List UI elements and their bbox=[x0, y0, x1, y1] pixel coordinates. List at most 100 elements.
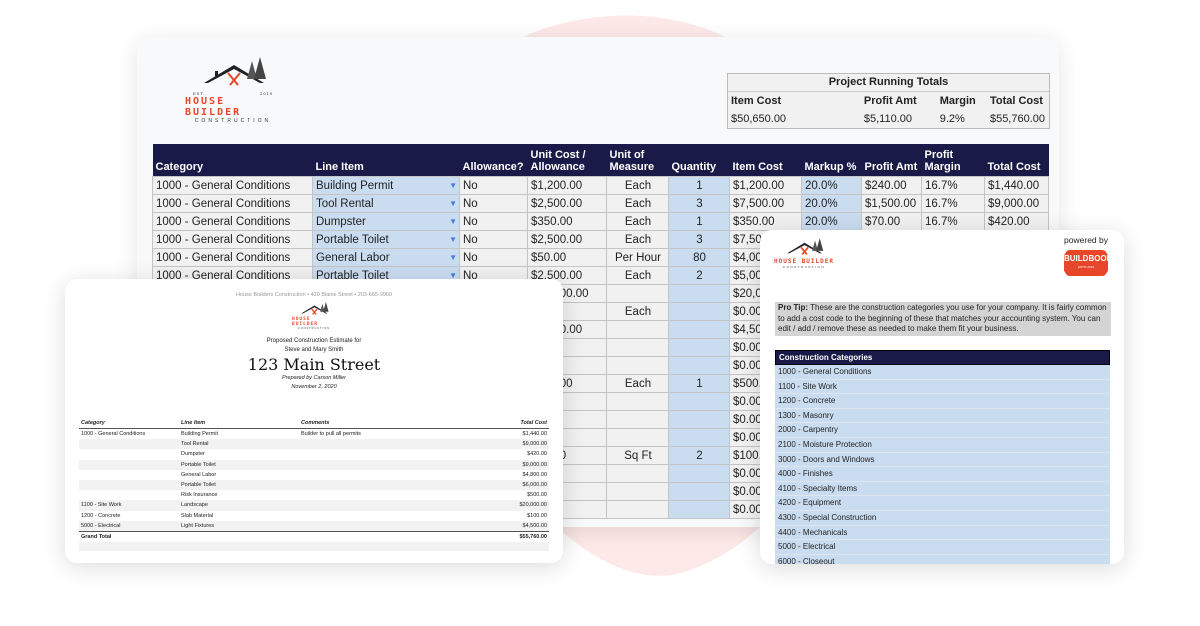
unit-measure-cell[interactable] bbox=[606, 356, 669, 375]
allowance-cell[interactable]: No bbox=[459, 248, 528, 267]
unit-cost-cell[interactable]: $350.00 bbox=[527, 212, 607, 231]
unit-measure-cell[interactable] bbox=[606, 320, 669, 339]
markup-cell[interactable]: 20.0% bbox=[801, 176, 862, 195]
quantity-cell[interactable]: 2 bbox=[668, 266, 730, 285]
quantity-cell[interactable]: 1 bbox=[668, 212, 730, 231]
line-item-cell[interactable]: Building Permit ▼ bbox=[312, 176, 460, 195]
profit-amt-cell[interactable]: $1,500.00 bbox=[861, 194, 922, 213]
line-item-cell[interactable]: General Labor ▼ bbox=[312, 248, 460, 267]
category-item[interactable]: 4400 - Mechanicals bbox=[775, 525, 1110, 541]
profit-margin-cell[interactable]: 16.7% bbox=[921, 194, 985, 213]
quantity-cell[interactable] bbox=[668, 482, 730, 501]
unit-measure-cell[interactable]: Each bbox=[606, 302, 669, 321]
dropdown-caret-icon[interactable]: ▼ bbox=[449, 253, 457, 262]
line-item-value: Tool Rental bbox=[316, 197, 374, 210]
item-cost-cell[interactable]: $350.00 bbox=[729, 212, 802, 231]
profit-amt-cell[interactable]: $70.00 bbox=[861, 212, 922, 231]
category-item[interactable]: 1000 - General Conditions bbox=[775, 365, 1110, 380]
proposal-cell bbox=[299, 470, 469, 480]
unit-measure-cell[interactable]: Sq Ft bbox=[606, 446, 669, 465]
line-item-cell[interactable]: Tool Rental ▼ bbox=[312, 194, 460, 213]
proposal-cell: Slab Material bbox=[181, 512, 214, 519]
unit-measure-cell[interactable] bbox=[606, 284, 669, 303]
unit-cost-cell[interactable]: $50.00 bbox=[527, 248, 607, 267]
quantity-cell[interactable] bbox=[668, 464, 730, 483]
quantity-cell[interactable]: 1 bbox=[668, 176, 730, 195]
unit-measure-cell[interactable]: Each bbox=[606, 374, 669, 393]
quantity-cell[interactable] bbox=[668, 392, 730, 411]
category-cell[interactable]: 1000 - General Conditions bbox=[152, 248, 313, 267]
category-cell[interactable]: 1000 - General Conditions bbox=[152, 194, 313, 213]
unit-measure-cell[interactable] bbox=[606, 410, 669, 429]
quantity-cell[interactable] bbox=[668, 302, 730, 321]
dropdown-caret-icon[interactable]: ▼ bbox=[449, 217, 457, 226]
category-item[interactable]: 2000 - Carpentry bbox=[775, 423, 1110, 438]
quantity-cell[interactable] bbox=[668, 428, 730, 447]
quantity-cell[interactable]: 3 bbox=[668, 230, 730, 249]
category-item[interactable]: 1200 - Concrete bbox=[775, 394, 1110, 409]
quantity-cell[interactable] bbox=[668, 338, 730, 357]
profit-margin-cell[interactable]: 16.7% bbox=[921, 212, 985, 231]
profit-amt-cell[interactable]: $240.00 bbox=[861, 176, 922, 195]
unit-measure-cell[interactable]: Each bbox=[606, 176, 669, 195]
category-cell[interactable]: 1000 - General Conditions bbox=[152, 230, 313, 249]
line-item-cell[interactable]: Portable Toilet ▼ bbox=[312, 230, 460, 249]
quantity-cell[interactable]: 2 bbox=[668, 446, 730, 465]
category-item[interactable]: 2100 - Moisture Protection bbox=[775, 437, 1110, 453]
unit-measure-cell[interactable] bbox=[606, 464, 669, 483]
line-item-cell[interactable]: Dumpster ▼ bbox=[312, 212, 460, 231]
category-cell[interactable]: 1000 - General Conditions bbox=[152, 212, 313, 231]
allowance-cell[interactable]: No bbox=[459, 194, 528, 213]
unit-measure-cell[interactable] bbox=[606, 482, 669, 501]
proposal-cell: $4,500.00 bbox=[469, 520, 549, 532]
category-item[interactable]: 4200 - Equipment bbox=[775, 496, 1110, 511]
allowance-cell[interactable]: No bbox=[459, 230, 528, 249]
unit-measure-cell[interactable]: Per Hour bbox=[606, 248, 669, 267]
buildbook-logo[interactable]: BUILDBOOK EST'D 2019 bbox=[1064, 250, 1108, 276]
quantity-cell[interactable]: 3 bbox=[668, 194, 730, 213]
total-cost-cell[interactable]: $420.00 bbox=[984, 212, 1049, 231]
unit-measure-cell[interactable] bbox=[606, 428, 669, 447]
total-cost-cell[interactable]: $1,440.00 bbox=[984, 176, 1049, 195]
unit-measure-cell[interactable] bbox=[606, 338, 669, 357]
category-item[interactable]: 1300 - Masonry bbox=[775, 408, 1110, 424]
unit-measure-cell[interactable] bbox=[606, 500, 669, 519]
unit-cost-cell[interactable]: $2,500.00 bbox=[527, 230, 607, 249]
item-cost-cell[interactable]: $1,200.00 bbox=[729, 176, 802, 195]
markup-cell[interactable]: 20.0% bbox=[801, 212, 862, 231]
unit-measure-cell[interactable]: Each bbox=[606, 230, 669, 249]
dropdown-caret-icon[interactable]: ▼ bbox=[449, 235, 457, 244]
category-item[interactable]: 6000 - Closeout bbox=[775, 554, 1110, 564]
unit-measure-cell[interactable]: Each bbox=[606, 194, 669, 213]
allowance-cell[interactable]: No bbox=[459, 176, 528, 195]
category-item[interactable]: 4300 - Special Construction bbox=[775, 510, 1110, 526]
total-cost-cell[interactable]: $9,000.00 bbox=[984, 194, 1049, 213]
unit-measure-cell[interactable]: Each bbox=[606, 266, 669, 285]
unit-measure-cell[interactable] bbox=[606, 392, 669, 411]
unit-measure-cell[interactable]: Each bbox=[606, 212, 669, 231]
column-header: Profit Margin bbox=[921, 144, 985, 177]
proposal-cell: Landscape bbox=[179, 500, 299, 511]
allowance-cell[interactable]: No bbox=[459, 212, 528, 231]
item-cost-cell[interactable]: $7,500.00 bbox=[729, 194, 802, 213]
category-item[interactable]: 5000 - Electrical bbox=[775, 540, 1110, 555]
category-item[interactable]: 4000 - Finishes bbox=[775, 467, 1110, 482]
quantity-cell[interactable] bbox=[668, 410, 730, 429]
category-item[interactable]: 3000 - Doors and Windows bbox=[775, 452, 1110, 468]
dropdown-caret-icon[interactable]: ▼ bbox=[449, 199, 457, 208]
quantity-cell[interactable] bbox=[668, 356, 730, 375]
quantity-cell[interactable] bbox=[668, 320, 730, 339]
quantity-cell[interactable]: 80 bbox=[668, 248, 730, 267]
category-cell[interactable]: 1000 - General Conditions bbox=[152, 176, 313, 195]
markup-cell[interactable]: 20.0% bbox=[801, 194, 862, 213]
unit-cost-cell[interactable]: $2,500.00 bbox=[527, 194, 607, 213]
category-item[interactable]: 1100 - Site Work bbox=[775, 379, 1110, 395]
unit-cost-cell[interactable]: $1,200.00 bbox=[527, 176, 607, 195]
category-item[interactable]: 4100 - Specialty Items bbox=[775, 481, 1110, 497]
dropdown-caret-icon[interactable]: ▼ bbox=[449, 181, 457, 190]
quantity-cell[interactable] bbox=[668, 284, 730, 303]
logo-brand: HOUSE BUILDER bbox=[292, 317, 318, 327]
profit-margin-cell[interactable]: 16.7% bbox=[921, 176, 985, 195]
quantity-cell[interactable]: 1 bbox=[668, 374, 730, 393]
quantity-cell[interactable] bbox=[668, 500, 730, 519]
